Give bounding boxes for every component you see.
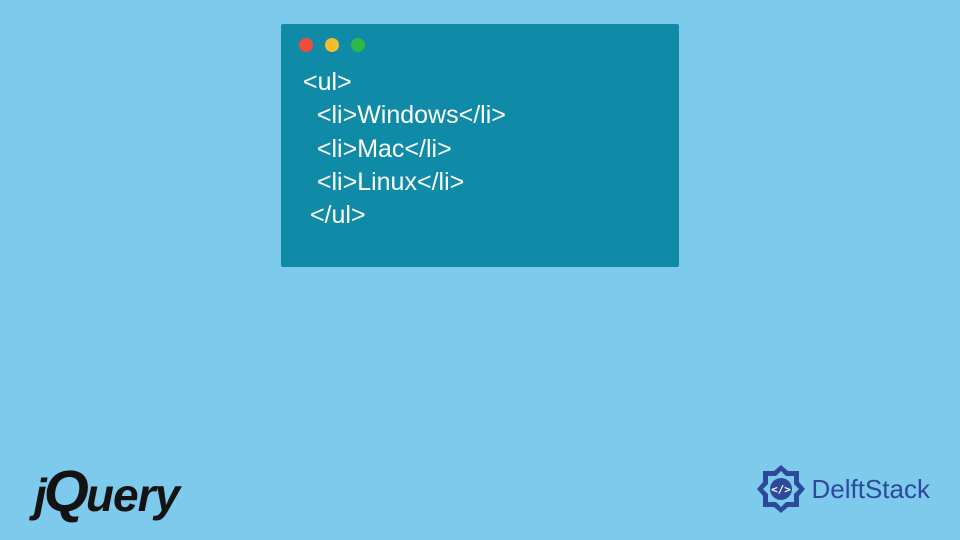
jquery-logo: jQuery — [34, 468, 179, 522]
maximize-icon — [351, 38, 365, 52]
code-line: <li>Mac</li> — [303, 135, 452, 163]
traffic-lights — [281, 24, 679, 60]
delftstack-text: DelftStack — [812, 474, 931, 505]
code-body: <ul> <li>Windows</li> <li>Mac</li> <li>L… — [281, 60, 679, 250]
jquery-logo-q: Q — [44, 469, 88, 515]
close-icon — [299, 38, 313, 52]
code-line: <ul> — [303, 68, 352, 96]
code-line: </ul> — [303, 201, 366, 229]
code-line: <li>Linux</li> — [303, 168, 464, 196]
code-window: <ul> <li>Windows</li> <li>Mac</li> <li>L… — [281, 24, 679, 267]
delftstack-icon: </> — [754, 462, 808, 516]
code-line: <li>Windows</li> — [303, 101, 506, 129]
jquery-logo-rest: uery — [86, 468, 179, 522]
delftstack-logo: </> DelftStack — [754, 462, 931, 516]
svg-text:</>: </> — [771, 483, 791, 496]
minimize-icon — [325, 38, 339, 52]
